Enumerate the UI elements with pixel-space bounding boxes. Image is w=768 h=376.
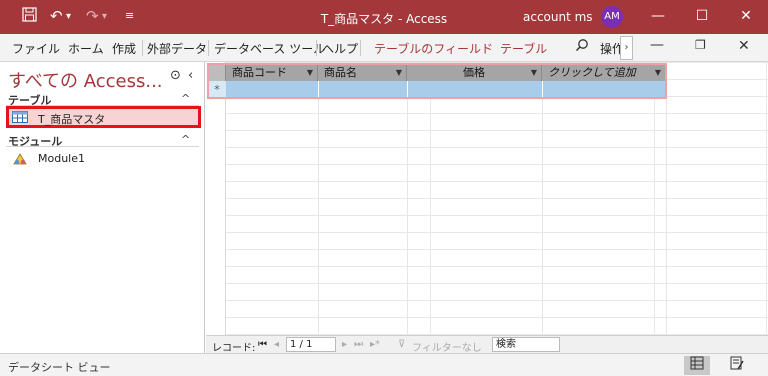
tab-create[interactable]: 作成 (112, 40, 136, 57)
chevron-up-icon[interactable]: ^ (181, 92, 190, 105)
minimize-button[interactable]: — (644, 5, 672, 27)
previous-record-icon[interactable]: ◂ (274, 339, 279, 350)
tab-separator (316, 40, 317, 56)
maximize-button[interactable]: ☐ (688, 5, 716, 27)
tab-separator (142, 40, 143, 56)
grid-line (542, 62, 543, 335)
ribbon-tabs: ファイル ホーム 作成 外部データ データベース ツール ヘルプ テーブルのフィ… (0, 34, 768, 62)
tab-separator (360, 40, 361, 56)
ribbon-restore-icon[interactable]: ❐ (695, 38, 706, 52)
group-divider (6, 146, 199, 147)
tab-external-data[interactable]: 外部データ (147, 40, 207, 57)
tab-table-fields[interactable]: テーブルのフィールド (374, 40, 493, 57)
account-name[interactable]: account ms (523, 10, 593, 24)
ribbon-overflow-button[interactable]: › (620, 36, 633, 60)
filter-status[interactable]: フィルターなし (412, 339, 482, 354)
nav-item-t-shohin-master[interactable]: T_商品マスタ (6, 106, 201, 128)
filter-icon[interactable]: ⊽ (398, 339, 405, 350)
navigation-pane: すべての Access... ⊙ ‹ テーブル ^ T_商品マスタ モジュール … (0, 62, 205, 353)
current-record-input[interactable]: 1 / 1 (286, 337, 336, 352)
record-selector-column (206, 62, 226, 335)
record-label: レコード: (212, 343, 256, 354)
tab-table[interactable]: テーブル (500, 40, 547, 57)
close-button[interactable]: ✕ (732, 5, 760, 27)
datasheet-grid (206, 62, 768, 335)
module-icon (12, 152, 28, 169)
table-icon (12, 111, 28, 126)
new-record-icon[interactable]: ▸* (370, 339, 380, 350)
tab-database-tools[interactable]: データベース ツール (214, 40, 325, 57)
search-icon[interactable] (575, 38, 589, 56)
nav-item-module1[interactable]: Module1 (6, 148, 201, 170)
nav-item-label: T_商品マスタ (38, 113, 106, 126)
title-bar: ↶ ▾ ↷ ▾ ≡ T_商品マスタ - Access account ms AM… (0, 0, 768, 34)
status-bar: データシート ビュー (0, 353, 768, 376)
tab-file[interactable]: ファイル (12, 40, 60, 57)
tab-home[interactable]: ホーム (68, 40, 104, 57)
ribbon-minimize-icon[interactable]: — (650, 37, 664, 53)
nav-item-label: Module1 (38, 152, 85, 165)
tab-help[interactable]: ヘルプ (322, 40, 358, 57)
table-outline (207, 63, 667, 99)
design-view-icon[interactable] (724, 356, 750, 375)
avatar[interactable]: AM (601, 6, 623, 28)
last-record-icon[interactable]: ⏭ (354, 339, 363, 350)
status-text: データシート ビュー (8, 361, 111, 374)
grid-line (666, 62, 667, 335)
datasheet-view-icon[interactable] (684, 356, 710, 375)
tab-separator (208, 40, 209, 56)
next-record-icon[interactable]: ▸ (342, 339, 347, 350)
datasheet[interactable]: 商品コード ▼ 商品名 ▼ 価格 ▼ クリックして追加 ▼ * (206, 62, 768, 335)
first-record-icon[interactable]: ⏮ (258, 339, 267, 350)
nav-menu-dropdown-icon[interactable]: ⊙ (170, 68, 181, 83)
ribbon-close-icon[interactable]: ✕ (738, 38, 750, 54)
record-navigation-bar: レコード: ⏮ ◂ 1 / 1 ▸ ⏭ ▸* ⊽ フィルターなし 検索 (206, 335, 768, 354)
nav-collapse-icon[interactable]: ‹ (188, 68, 193, 83)
chevron-up-icon[interactable]: ^ (181, 133, 190, 146)
nav-header[interactable]: すべての Access... (8, 67, 163, 93)
search-input[interactable]: 検索 (492, 337, 560, 352)
grid-line (407, 62, 408, 335)
grid-line (318, 62, 319, 335)
